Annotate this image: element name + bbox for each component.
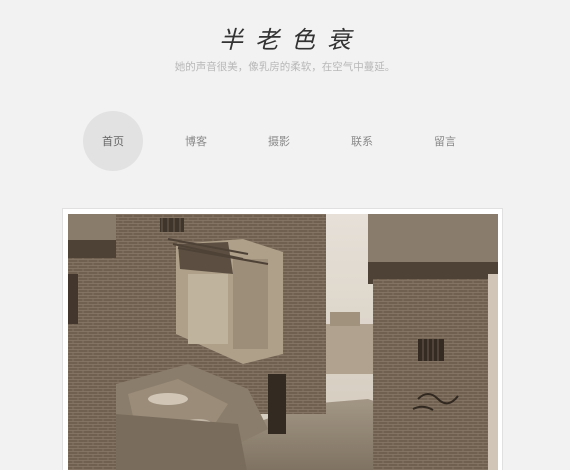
featured-photo xyxy=(68,214,498,470)
nav-item-guestbook[interactable]: 留言 xyxy=(415,111,475,171)
site-title[interactable]: 半老色衰 xyxy=(0,20,570,55)
nav-item-contact[interactable]: 联系 xyxy=(332,111,392,171)
page: 半老色衰 她的声音很美，像乳房的柔软，在空气中蔓延。 首页 博客 摄影 联系 留… xyxy=(0,0,570,470)
nav-item-photography[interactable]: 摄影 xyxy=(249,111,309,171)
main-nav: 首页 博客 摄影 联系 留言 xyxy=(83,111,498,171)
photo-card[interactable] xyxy=(62,208,503,470)
site-subtitle: 她的声音很美，像乳房的柔软，在空气中蔓延。 xyxy=(174,61,396,73)
nav-item-blog[interactable]: 博客 xyxy=(166,111,226,171)
nav-item-home[interactable]: 首页 xyxy=(83,111,143,171)
